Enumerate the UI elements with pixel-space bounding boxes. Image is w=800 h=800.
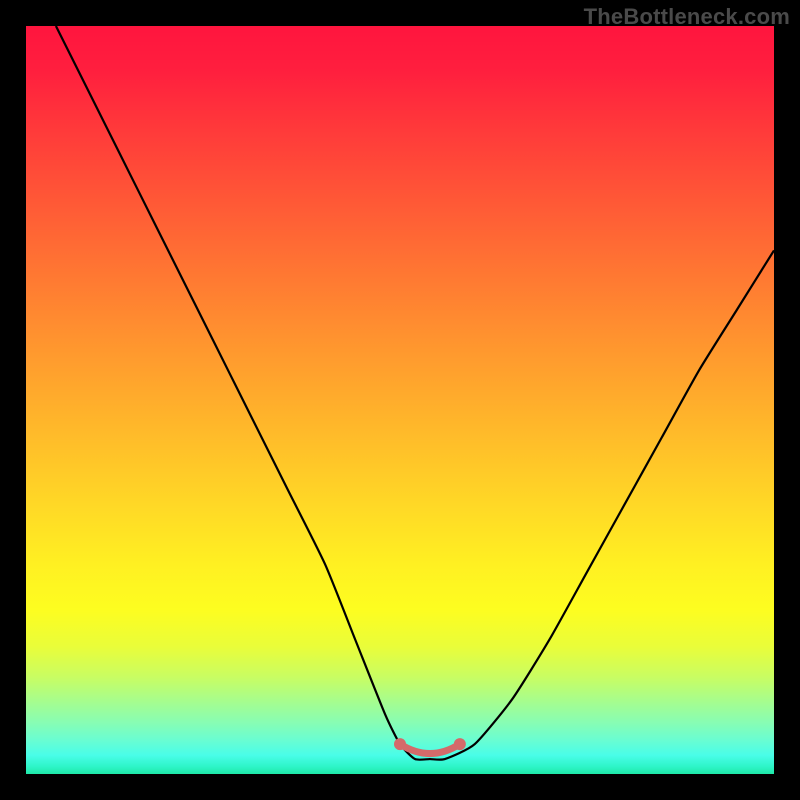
flat-segment-start-dot <box>394 738 406 750</box>
flat-segment-end-dot <box>454 738 466 750</box>
flat-segment-path <box>400 744 460 753</box>
chart-frame: TheBottleneck.com <box>0 0 800 800</box>
bottleneck-curve-svg <box>26 26 774 774</box>
plot-area <box>26 26 774 774</box>
bottleneck-curve-path <box>56 26 774 760</box>
